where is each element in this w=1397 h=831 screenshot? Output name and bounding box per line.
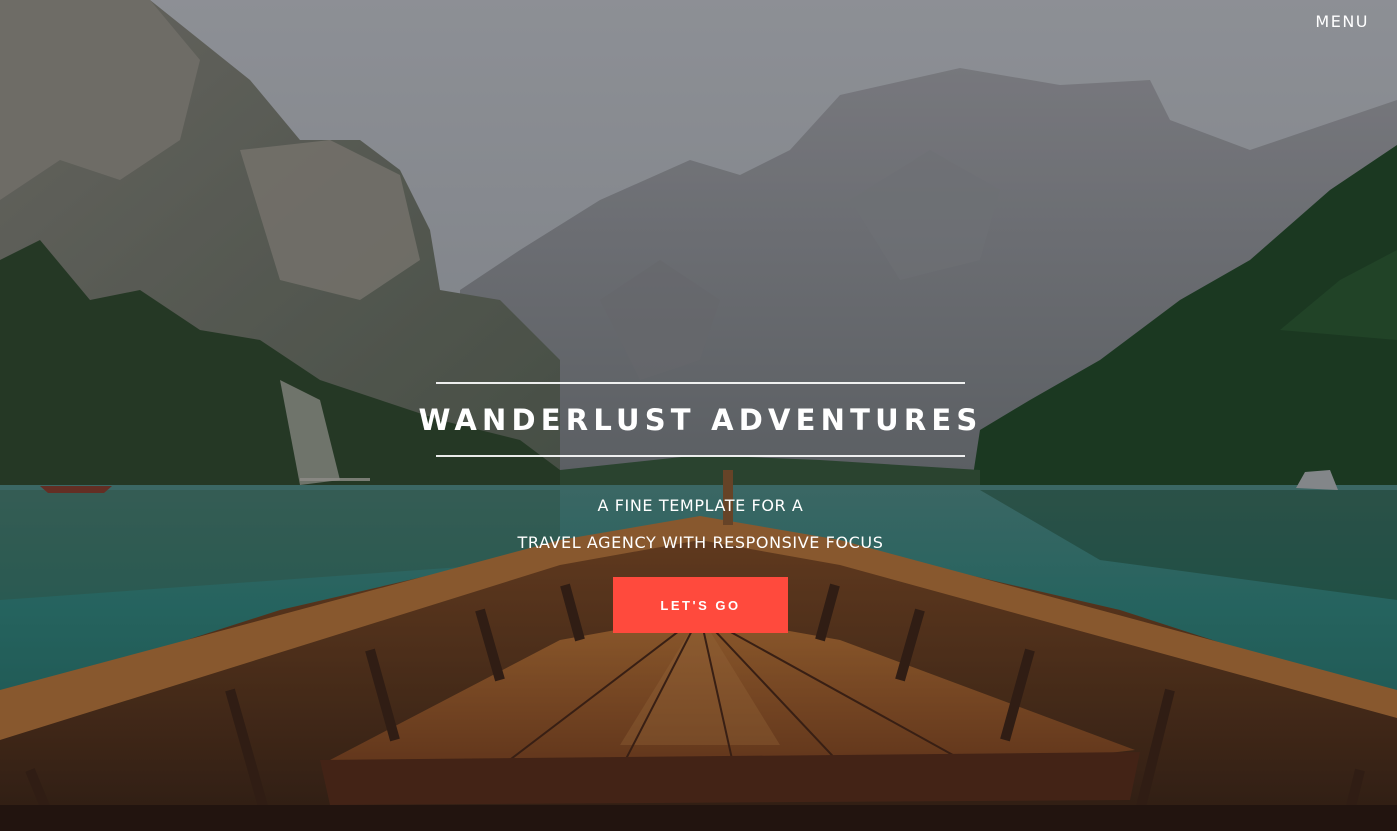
subtitle-line-2: TRAVEL AGENCY WITH RESPONSIVE FOCUS <box>517 533 884 552</box>
menu-button[interactable]: MENU <box>1315 12 1369 31</box>
hero-content: WANDERLUST ADVENTURES A FINE TEMPLATE FO… <box>419 382 977 633</box>
hero-section: MENU WANDERLUST ADVENTURES A FINE TEMPLA… <box>0 0 1397 831</box>
subtitle-line-1: A FINE TEMPLATE FOR A <box>597 496 804 515</box>
title-frame: WANDERLUST ADVENTURES <box>419 382 977 457</box>
hero-subtitle: A FINE TEMPLATE FOR A TRAVEL AGENCY WITH… <box>436 487 965 561</box>
site-title: WANDERLUST ADVENTURES <box>418 402 983 437</box>
lets-go-button[interactable]: LET'S GO <box>613 577 788 633</box>
